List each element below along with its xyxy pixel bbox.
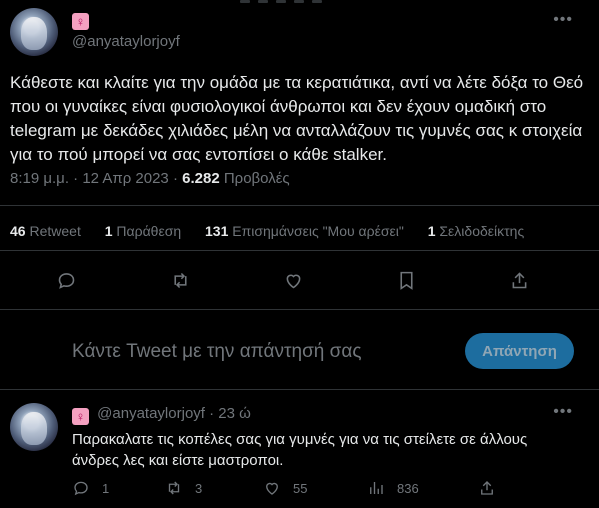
reply-share-button[interactable] xyxy=(478,476,508,500)
reply-composer: Κάντε Tweet με την απάντησή σας Απάντηση xyxy=(0,322,599,378)
share-icon xyxy=(481,481,493,495)
main-tweet: ♀ @anyataylorjoyf ••• Κάθεστε και κλαίτε… xyxy=(0,0,599,390)
meta-separator: · xyxy=(172,170,178,187)
reply-bubble-icon xyxy=(58,272,74,289)
heart-icon xyxy=(286,274,300,288)
bookmarks-label: Σελιδοδείκτης xyxy=(439,223,525,239)
share-icon xyxy=(512,271,526,288)
likes-stat[interactable]: 131 Επισημάνσεις "Μου αρέσει" xyxy=(205,223,404,239)
views-chart-icon xyxy=(370,482,383,494)
avatar[interactable] xyxy=(10,403,58,451)
retweet-icon xyxy=(173,272,187,288)
share-button[interactable] xyxy=(501,262,537,298)
tweet-meta: 8:19 μ.μ. · 12 Απρ 2023 · 6.282 Προβολές xyxy=(10,170,290,187)
meta-separator: · xyxy=(73,170,79,187)
avatar[interactable] xyxy=(10,8,58,56)
reply-count: 1 xyxy=(102,480,110,496)
female-sign-emoji-icon[interactable]: ♀ xyxy=(72,13,89,30)
quotes-count: 1 xyxy=(104,223,113,239)
divider xyxy=(0,389,599,390)
tweet-date[interactable]: 12 Απρ 2023 xyxy=(82,170,168,187)
more-options-icon[interactable]: ••• xyxy=(553,403,573,421)
female-sign-emoji-icon[interactable]: ♀ xyxy=(72,408,89,425)
reply-retweet-button[interactable]: 3 xyxy=(165,476,202,500)
bookmark-icon xyxy=(399,271,413,290)
views-label: Προβολές xyxy=(223,170,290,187)
reply-text: Παρακαλατε τις κοπέλες σας για γυμνές γι… xyxy=(72,431,528,469)
reply-views-button[interactable]: 836 xyxy=(367,476,419,500)
bookmarks-count: 1 xyxy=(427,223,436,239)
like-count: 55 xyxy=(293,480,308,496)
reply-bubble-icon xyxy=(74,481,88,496)
reply-submit-button[interactable]: Απάντηση xyxy=(465,333,574,369)
tweet-stats: 46 Retweet 1 Παράθεση 131 Επισημάνσεις "… xyxy=(10,223,544,239)
divider xyxy=(0,205,599,206)
reply-tweet[interactable]: ♀ @anyataylorjoyf · 23 ώ ••• Παρακαλατε … xyxy=(0,391,599,508)
reply-input[interactable]: Κάντε Tweet με την απάντησή σας xyxy=(72,341,362,363)
reply-like-button[interactable]: 55 xyxy=(263,476,307,500)
divider xyxy=(0,250,599,251)
likes-count: 131 xyxy=(205,223,229,239)
reply-reply-button[interactable]: 1 xyxy=(72,476,109,500)
reply-button[interactable] xyxy=(48,262,84,298)
reply-actions: 1 3 55 836 xyxy=(60,476,540,500)
likes-label: Επισημάνσεις "Μου αρέσει" xyxy=(232,223,404,239)
quotes-stat[interactable]: 1 Παράθεση xyxy=(105,223,181,239)
user-handle[interactable]: @anyataylorjoyf xyxy=(97,405,205,422)
retweet-count: 3 xyxy=(195,480,203,496)
retweets-count: 46 xyxy=(10,223,26,239)
views-count: 6.282 xyxy=(182,170,220,187)
reply-header: ♀ @anyataylorjoyf · 23 ώ xyxy=(72,405,251,425)
bookmarks-stat[interactable]: 1 Σελιδοδείκτης xyxy=(428,223,524,239)
retweet-icon xyxy=(168,481,180,495)
quotes-label: Παράθεση xyxy=(116,223,182,239)
tweet-text: Κάθεστε και κλαίτε για την ομάδα με τα κ… xyxy=(10,73,584,164)
retweets-label: Retweet xyxy=(29,223,81,239)
meta-separator: · xyxy=(209,405,215,422)
retweet-button[interactable] xyxy=(162,262,198,298)
heart-icon xyxy=(266,482,278,495)
tweet-actions xyxy=(0,262,599,298)
views-count: 836 xyxy=(397,480,419,496)
reply-time[interactable]: 23 ώ xyxy=(218,405,251,422)
like-button[interactable] xyxy=(275,262,311,298)
retweets-stat[interactable]: 46 Retweet xyxy=(10,223,81,239)
more-options-icon[interactable]: ••• xyxy=(553,11,573,29)
bookmark-button[interactable] xyxy=(388,262,424,298)
user-handle[interactable]: @anyataylorjoyf xyxy=(72,33,180,50)
tweet-time[interactable]: 8:19 μ.μ. xyxy=(10,170,69,187)
divider xyxy=(0,309,599,310)
